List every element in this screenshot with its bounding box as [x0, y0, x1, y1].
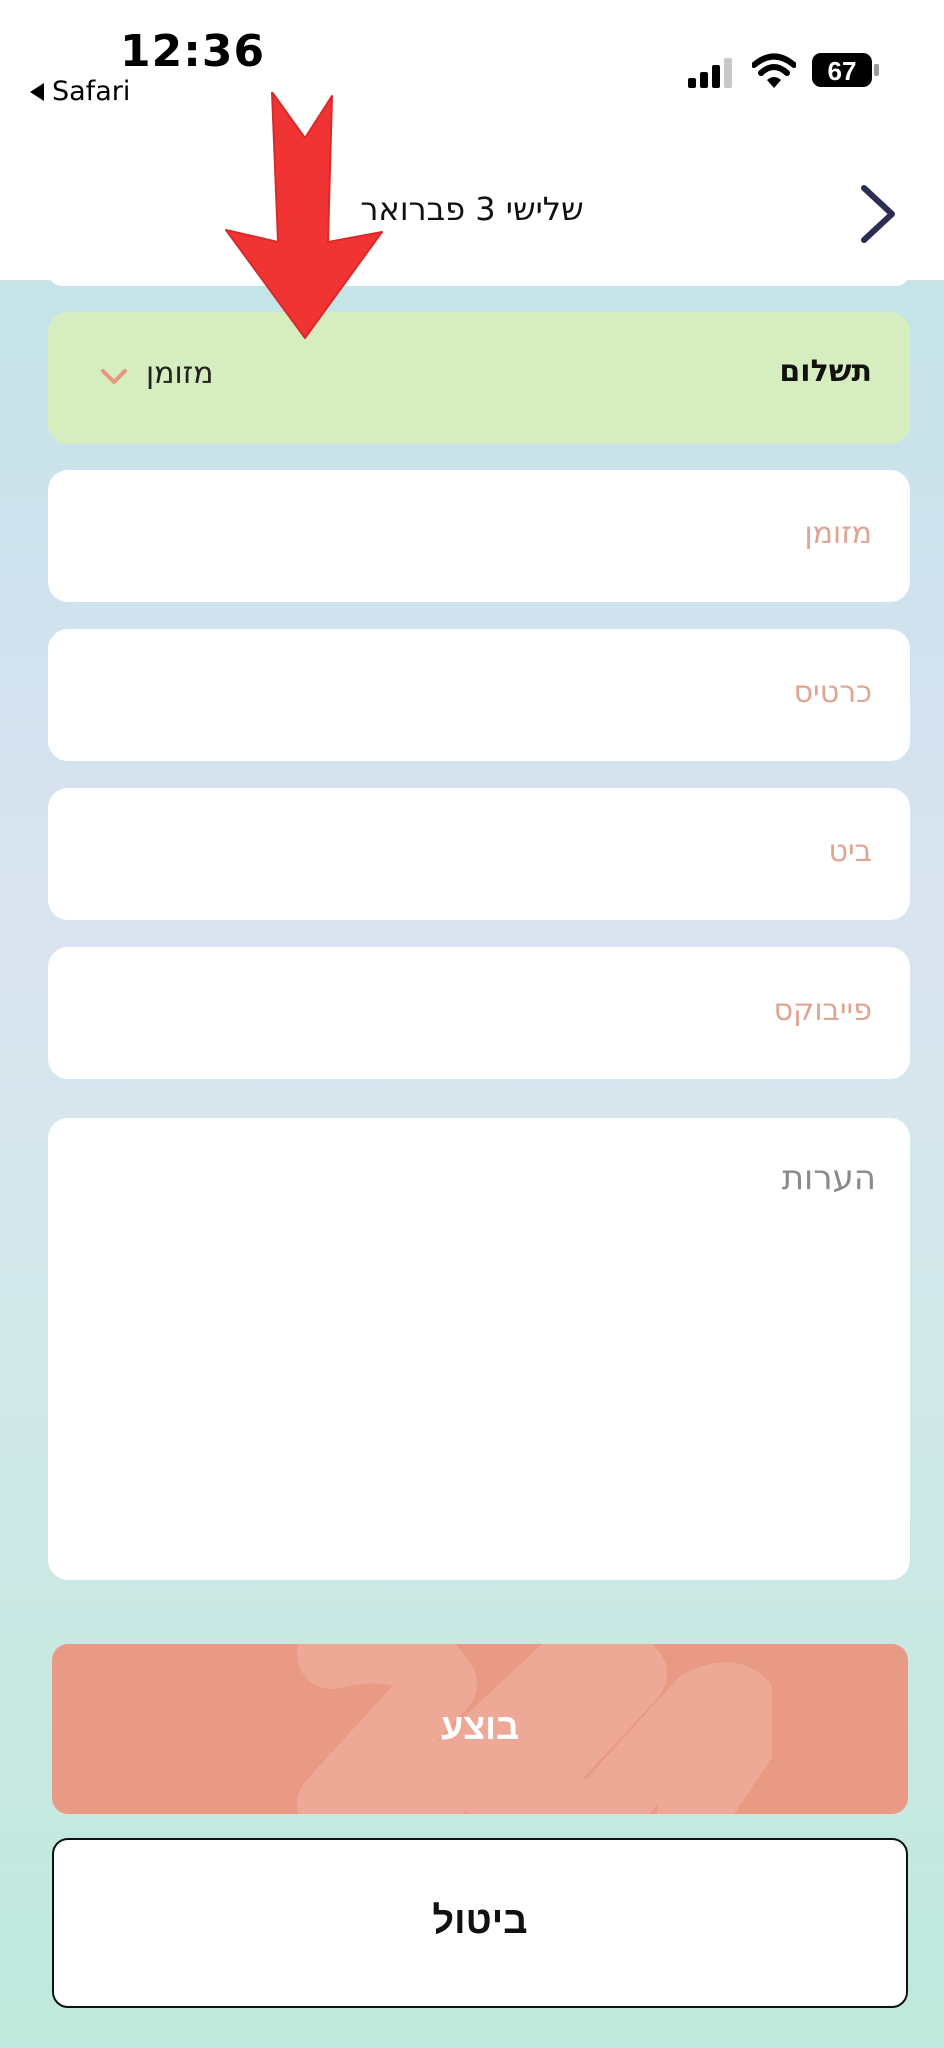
done-button[interactable]: בוצע [52, 1644, 908, 1814]
bit-placeholder: ביט [828, 834, 872, 869]
cancel-button[interactable]: ביטול [52, 1838, 908, 2008]
cellular-signal-icon [688, 58, 732, 88]
card-amount-field[interactable]: כרטיס [48, 629, 910, 761]
annotation-arrow-icon [225, 92, 383, 339]
paybox-amount-field[interactable]: פייבוקס [48, 947, 910, 1079]
back-triangle-icon [30, 82, 44, 101]
payment-label: תשלום [779, 354, 872, 389]
previous-card-edge [48, 268, 910, 286]
battery-icon: 67 [812, 53, 879, 87]
notes-placeholder: הערות [781, 1158, 876, 1198]
paybox-placeholder: פייבוקס [773, 993, 872, 1028]
status-bar: 12:36 Safari 67 [0, 0, 944, 140]
bit-amount-field[interactable]: ביט [48, 788, 910, 920]
payment-method-row[interactable]: תשלום מזומן [48, 312, 910, 444]
cash-placeholder: מזומן [804, 516, 873, 551]
status-time: 12:36 [120, 26, 266, 77]
cash-amount-field[interactable]: מזומן [48, 470, 910, 602]
payment-selected-value[interactable]: מזומן [146, 356, 214, 391]
back-app-label: Safari [52, 76, 131, 107]
card-placeholder: כרטיס [793, 675, 872, 710]
notes-textarea[interactable]: הערות [48, 1118, 910, 1580]
back-to-app-link[interactable]: Safari [30, 76, 130, 107]
chevron-down-icon[interactable] [100, 368, 128, 386]
done-button-label: בוצע [440, 1706, 520, 1747]
chevron-right-icon[interactable] [858, 182, 898, 246]
wifi-icon [752, 53, 796, 88]
cancel-button-label: ביטול [432, 1900, 528, 1942]
battery-level-label: 67 [828, 56, 857, 86]
page-title: שלישי 3 פברואר [360, 190, 584, 228]
header-bar: שלישי 3 פברואר [0, 140, 944, 281]
